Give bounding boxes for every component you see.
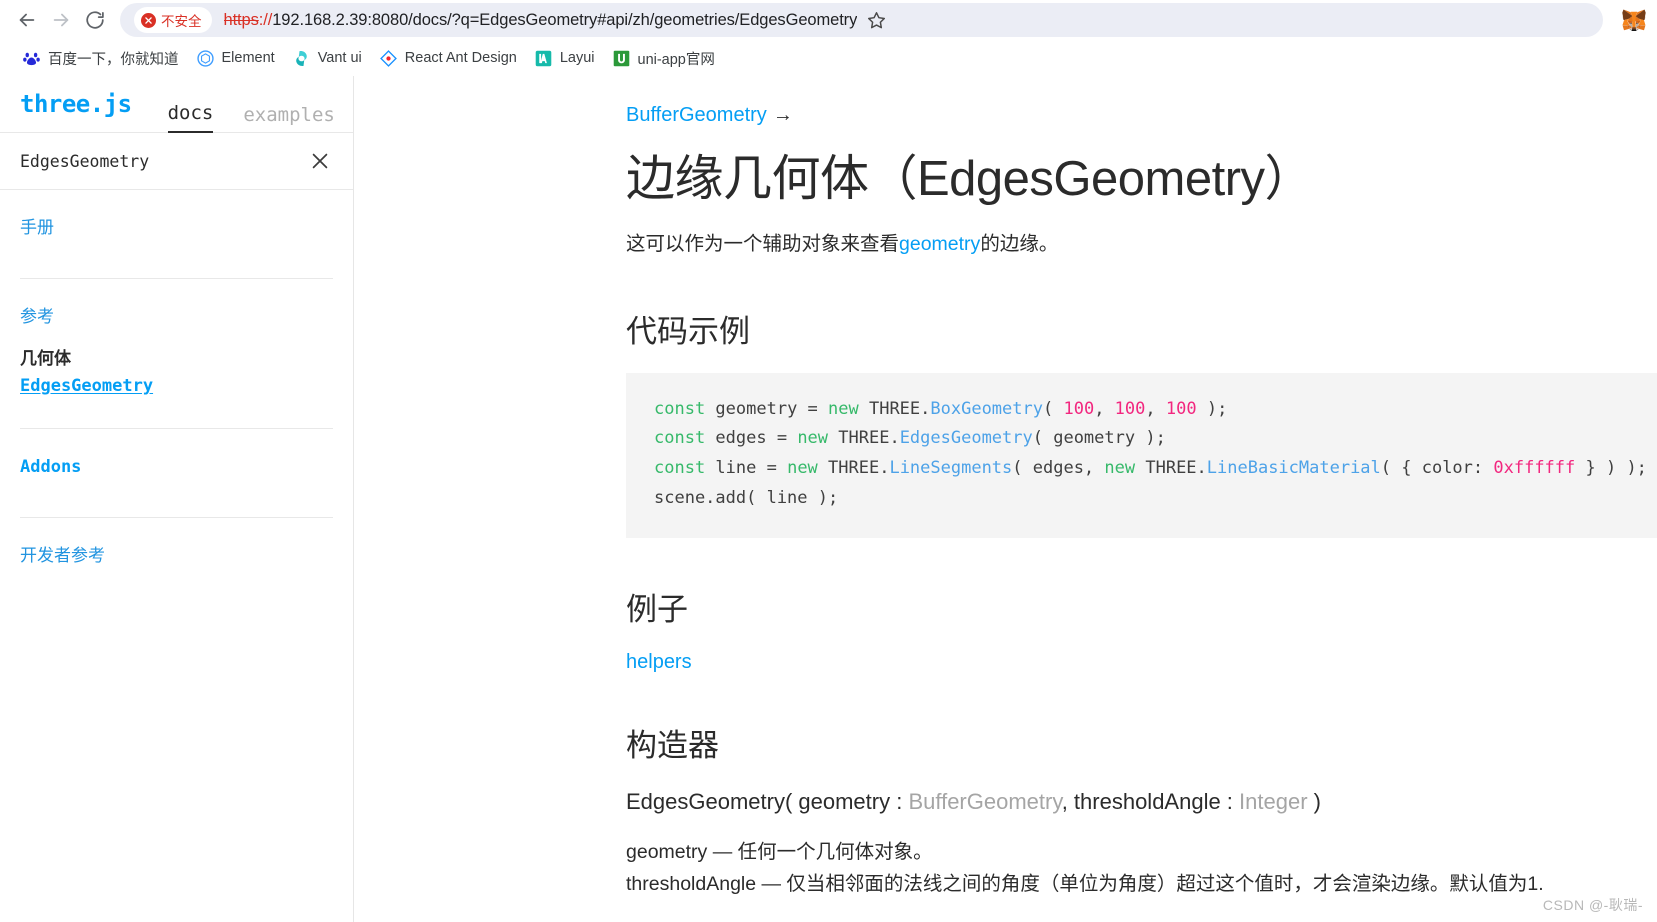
section-heading-examples: 例子	[626, 591, 688, 627]
uniapp-favicon	[613, 50, 630, 67]
bookmark-label: Layui	[559, 50, 595, 66]
browser-toolbar: 不安全 https://192.168.2.39:8080/docs/?q=Ed…	[0, 0, 1657, 40]
close-x-icon[interactable]	[307, 148, 333, 174]
vant-favicon	[293, 50, 310, 67]
ctor-param-type-integer[interactable]: Integer	[1239, 789, 1308, 814]
bookmark-react-ant-design[interactable]: React Ant Design	[371, 44, 526, 72]
ctor-mid: , thresholdAngle :	[1061, 788, 1240, 814]
search-input[interactable]	[20, 151, 307, 171]
bookmark-layui[interactable]: Layui	[526, 44, 604, 72]
csdn-watermark: CSDN @-耿瑞-	[1542, 897, 1643, 913]
example-link-helpers[interactable]: helpers	[626, 651, 692, 674]
nav-section-developer-reference: 开发者参考	[20, 516, 333, 570]
breadcrumb-arrow-icon: →	[772, 104, 793, 126]
sidebar-category-geometries: 几何体	[20, 349, 71, 369]
sidebar-nav: 手册 参考 几何体 EdgesGeometry Addons 开发者参考	[0, 190, 353, 569]
extension-toolbar	[1609, 7, 1647, 33]
security-status-chip[interactable]: 不安全	[134, 7, 212, 33]
bookmark-label: Element	[221, 50, 275, 66]
section-heading-constructor: 构造器	[626, 727, 719, 763]
sidebar-item-edgesgeometry[interactable]: EdgesGeometry	[20, 376, 153, 396]
bookmarks-bar: 百度一下，你就知道 Element Vant ui React Ant Desi…	[0, 40, 1657, 76]
breadcrumb: BufferGeometry →	[626, 104, 1657, 127]
forward-button[interactable]	[44, 3, 78, 37]
sidebar-item-reference[interactable]: 参考	[20, 305, 333, 331]
param-description-geometry: geometry — 任何一个几何体对象。	[626, 841, 933, 864]
section-heading-code-example: 代码示例	[626, 313, 750, 349]
bookmark-uniapp[interactable]: uni-app官网	[604, 44, 724, 72]
ctor-param-type-buffergeometry[interactable]: BufferGeometry	[908, 789, 1061, 814]
page-title: 边缘几何体（EdgesGeometry）	[626, 152, 1314, 206]
sidebar-item-developer-reference[interactable]: 开发者参考	[20, 544, 333, 570]
docs-sidebar: three.js docs examples 手册 参考 几何体 EdgesGe…	[0, 76, 354, 922]
not-secure-warning-icon	[141, 12, 156, 28]
ctor-name: EdgesGeometry( geometry :	[626, 788, 909, 814]
sidebar-item-manual[interactable]: 手册	[20, 216, 333, 242]
tab-docs[interactable]: docs	[167, 102, 214, 133]
param-description-thresholdangle: thresholdAngle — 仅当相邻面的法线之间的角度（单位为角度）超过这…	[626, 872, 1544, 895]
bookmark-baidu[interactable]: 百度一下，你就知道	[14, 44, 188, 72]
bookmark-star-icon[interactable]	[861, 5, 891, 35]
constructor-signature: EdgesGeometry( geometry : BufferGeometry…	[626, 787, 1657, 818]
docs-content: BufferGeometry → 边缘几何体（EdgesGeometry） 这可以…	[354, 76, 1657, 922]
ant-design-favicon	[379, 49, 397, 67]
nav-section-reference: 参考 几何体 EdgesGeometry	[20, 277, 333, 429]
page-body: three.js docs examples 手册 参考 几何体 EdgesGe…	[0, 76, 1657, 922]
bookmark-label: uni-app官网	[637, 51, 715, 68]
code-example-block[interactable]: const geometry = new THREE.BoxGeometry( …	[626, 372, 1657, 538]
reload-button[interactable]	[78, 3, 112, 37]
bookmark-label: Vant ui	[317, 50, 362, 66]
bookmark-vant-ui[interactable]: Vant ui	[284, 44, 371, 72]
intro-text-before: 这可以作为一个辅助对象来查看	[626, 233, 900, 256]
intro-paragraph: 这可以作为一个辅助对象来查看geometry的边缘。	[626, 229, 1657, 259]
browser-chrome: 不安全 https://192.168.2.39:8080/docs/?q=Ed…	[0, 0, 1657, 76]
nav-section-manual: 手册	[20, 190, 333, 278]
tab-examples[interactable]: examples	[243, 104, 335, 133]
url-text[interactable]: https://192.168.2.39:8080/docs/?q=EdgesG…	[224, 11, 858, 30]
url-scheme: https	[223, 10, 259, 29]
bookmark-label: 百度一下，你就知道	[48, 51, 179, 68]
security-status-label: 不安全	[161, 14, 202, 29]
element-favicon	[196, 49, 214, 67]
intro-text-after: 的边缘。	[980, 233, 1059, 256]
url-rest: 192.168.2.39:8080/docs/?q=EdgesGeometry#…	[272, 10, 858, 29]
bookmark-element[interactable]: Element	[188, 44, 284, 72]
ctor-end: )	[1307, 788, 1321, 814]
baidu-favicon	[23, 50, 40, 67]
nav-section-addons: Addons	[20, 428, 333, 517]
geometry-link[interactable]: geometry	[899, 233, 980, 255]
code-text: const geometry = new THREE.BoxGeometry( …	[654, 398, 1647, 508]
breadcrumb-link-buffergeometry[interactable]: BufferGeometry	[626, 104, 767, 126]
sidebar-item-addons[interactable]: Addons	[20, 455, 333, 481]
sidebar-header: three.js docs examples	[0, 76, 353, 133]
address-bar[interactable]: 不安全 https://192.168.2.39:8080/docs/?q=Ed…	[120, 3, 1603, 37]
metamask-fox-icon[interactable]	[1621, 7, 1647, 33]
layui-favicon	[535, 50, 552, 67]
sidebar-filter-row	[0, 133, 353, 190]
threejs-logo[interactable]: three.js	[20, 90, 132, 118]
url-separator: ://	[258, 10, 273, 29]
back-button[interactable]	[10, 3, 44, 37]
bookmark-label: React Ant Design	[404, 50, 517, 66]
